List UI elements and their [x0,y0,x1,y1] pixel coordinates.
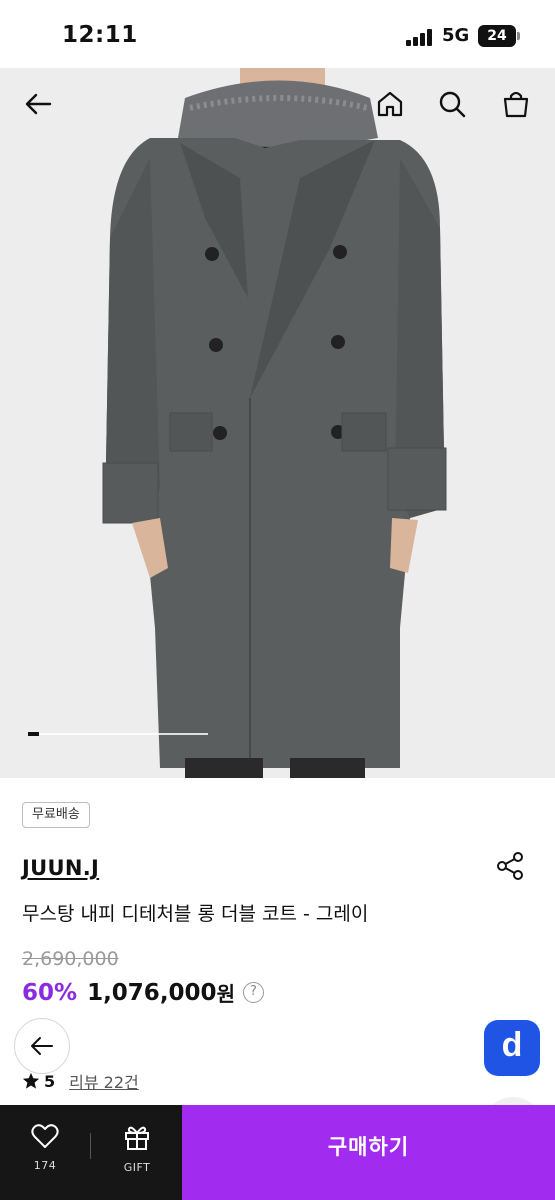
home-icon [377,91,403,117]
shopping-bag-icon [503,91,529,118]
buy-button[interactable]: 구매하기 [182,1105,555,1200]
carousel-indicator-active [28,732,39,736]
discount-rate: 60% [22,979,78,1006]
gift-label: GIFT [123,1161,151,1174]
gift-icon [125,1126,149,1150]
arrow-left-icon [25,93,52,115]
share-icon [497,852,523,880]
original-price: 2,690,000 [22,948,119,970]
bottom-action-bar: 174 GIFT 구매하기 [0,1105,555,1200]
home-button[interactable] [370,84,410,124]
like-button[interactable]: 174 [10,1123,80,1172]
reviews-link[interactable]: 리뷰 22건 [69,1069,139,1093]
floating-back-button[interactable] [14,1018,70,1074]
product-image-carousel[interactable] [0,68,555,778]
price-row: 60% 1,076,000 원 ? [22,978,264,1007]
status-time: 12:11 [62,22,138,48]
back-button[interactable] [18,84,58,124]
sale-price: 1,076,000 [87,979,217,1006]
share-button[interactable] [494,850,526,882]
free-shipping-badge: 무료배송 [22,802,90,828]
product-name: 무스탕 내피 디테처블 롱 더블 코트 - 그레이 [22,903,369,925]
status-bar: 12:11 5G 24 [0,0,555,68]
carousel-indicator [28,732,208,736]
currency-unit: 원 [216,982,235,1006]
cart-button[interactable] [496,84,536,124]
gift-button[interactable]: GIFT [102,1123,172,1174]
search-icon [439,91,466,118]
battery-icon: 24 [478,25,520,47]
app-launcher-button[interactable]: d [484,1020,540,1076]
heart-icon [31,1124,59,1148]
price-help-icon[interactable]: ? [242,982,264,1003]
search-button[interactable] [432,84,472,124]
arrow-left-icon [31,1037,53,1055]
rating-value: 5 [44,1071,56,1091]
signal-icon [406,29,434,46]
brand-link[interactable]: JUUN.J [22,856,99,880]
bottom-left-actions: 174 GIFT [0,1105,182,1200]
rating-row: 5 리뷰 22건 [22,1069,139,1093]
network-type: 5G [442,25,470,46]
like-count: 174 [33,1159,57,1172]
star-icon [22,1072,40,1089]
app-letter: d [501,1026,523,1064]
divider [90,1133,91,1159]
product-image [102,68,447,778]
